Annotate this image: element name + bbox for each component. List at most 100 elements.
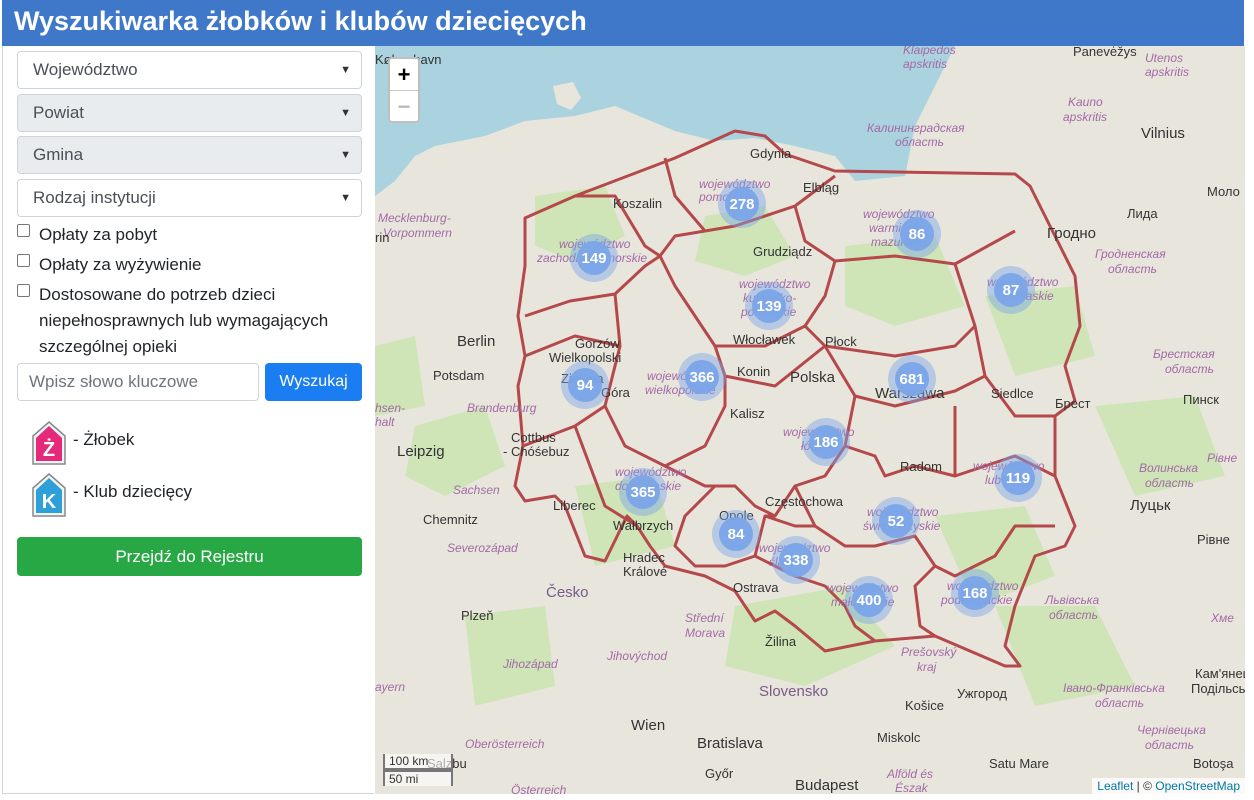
special-needs-checkbox[interactable] <box>17 284 30 297</box>
map-label: Брестская <box>1153 347 1215 361</box>
cluster-count: 52 <box>888 513 905 530</box>
municipality-select-value: Gmina <box>33 145 84 164</box>
map-canvas[interactable]: København Klaipėdos apskritis Panevėžys … <box>375 46 1245 794</box>
cluster-marker[interactable]: 119 <box>994 454 1042 502</box>
nursery-marker-icon: Ż <box>32 421 66 465</box>
map-label: Észak <box>895 780 929 794</box>
map-label: Leipzig <box>397 443 445 460</box>
map-label: Brandenburg <box>467 401 537 415</box>
club-marker-letter: K <box>42 491 57 513</box>
go-to-registry-button[interactable]: Przejdź do Rejestru <box>17 537 362 576</box>
cluster-count: 366 <box>689 369 714 386</box>
cluster-count: 681 <box>899 371 924 388</box>
cluster-marker[interactable]: 94 <box>561 361 609 409</box>
zoom-control: + − <box>388 57 420 123</box>
map-label: Jihovýchod <box>606 649 667 663</box>
map-label: Severozápad <box>447 541 518 555</box>
map-label: Satu Mare <box>989 756 1049 771</box>
zoom-in-button[interactable]: + <box>390 59 418 90</box>
leaflet-link[interactable]: Leaflet <box>1097 779 1133 793</box>
map-label: Győr <box>705 766 734 781</box>
map-label: Siedlce <box>991 386 1034 401</box>
map-label: Slovensko <box>759 683 828 700</box>
map-view[interactable]: København Klaipėdos apskritis Panevėžys … <box>375 46 1245 794</box>
cluster-count: 168 <box>962 585 987 602</box>
meal-fees-checkbox-row[interactable]: Opłaty za wyżywienie <box>17 252 362 278</box>
institution-type-select-value: Rodzaj instytucji <box>33 188 156 207</box>
chevron-down-icon: ▼ <box>340 192 351 204</box>
map-label: Bratislava <box>697 735 764 752</box>
county-select[interactable]: Powiat ▼ <box>17 94 362 132</box>
map-label: Česko <box>546 584 589 601</box>
cluster-marker[interactable]: 86 <box>893 210 941 258</box>
map-label: Plzeň <box>461 608 494 623</box>
keyword-search-input[interactable]: Wpisz słowo kluczowe <box>17 363 259 401</box>
stay-fees-checkbox[interactable] <box>17 224 30 237</box>
cluster-marker[interactable]: 139 <box>745 282 793 330</box>
map-attribution: Leaflet | © OpenStreetMap <box>1092 778 1245 794</box>
map-label: Рівне <box>1207 451 1238 465</box>
voivodeship-select[interactable]: Województwo ▼ <box>17 51 362 89</box>
cluster-count: 149 <box>581 250 606 267</box>
cluster-marker[interactable]: 186 <box>802 418 850 466</box>
zoom-out-button[interactable]: − <box>390 90 418 122</box>
map-label: Гродненская <box>1095 247 1166 261</box>
map-label: Košice <box>905 698 944 713</box>
municipality-select[interactable]: Gmina ▼ <box>17 136 362 174</box>
county-select-value: Powiat <box>33 103 85 122</box>
cluster-marker[interactable]: 400 <box>845 576 893 624</box>
institution-type-select[interactable]: Rodzaj instytucji ▼ <box>17 179 362 217</box>
map-label: Подільсь <box>1191 681 1245 696</box>
map-label: Пинск <box>1183 392 1219 407</box>
map-label: Alföld és <box>886 767 933 781</box>
cluster-marker[interactable]: 52 <box>872 497 920 545</box>
scale-mi: 50 mi <box>383 770 453 786</box>
map-label: - Chóśebuz <box>503 444 569 459</box>
special-needs-label: Dostosowane do potrzeb dzieci niepełnosp… <box>39 285 329 356</box>
map-label: Ostrava <box>733 580 779 595</box>
map-label: Králové <box>623 564 667 579</box>
cluster-marker[interactable]: 149 <box>570 234 618 282</box>
cluster-marker[interactable]: 338 <box>772 536 820 584</box>
stay-fees-checkbox-row[interactable]: Opłaty za pobyt <box>17 222 362 248</box>
map-label: Częstochowa <box>765 494 844 509</box>
meal-fees-checkbox[interactable] <box>17 254 30 267</box>
cluster-marker[interactable]: 366 <box>678 353 726 401</box>
map-label: apskritis <box>1145 65 1189 79</box>
map-label: Hradec <box>623 550 665 565</box>
map-label: rin <box>375 230 389 245</box>
cluster-marker[interactable]: 87 <box>987 266 1035 314</box>
map-label: Jihozápad <box>502 657 558 671</box>
map-label: Koszalin <box>613 196 662 211</box>
cluster-marker[interactable]: 681 <box>888 355 936 403</box>
cluster-count: 84 <box>728 526 745 543</box>
map-label: Vilnius <box>1141 125 1185 142</box>
cluster-marker[interactable]: 278 <box>718 180 766 228</box>
cluster-count: 400 <box>856 592 881 609</box>
map-label: Berlin <box>457 333 495 350</box>
map-label: Konin <box>737 364 770 379</box>
special-needs-checkbox-row[interactable]: Dostosowane do potrzeb dzieci niepełnosp… <box>17 282 362 360</box>
map-label: apskritis <box>903 57 947 71</box>
map-label: Liberec <box>553 498 596 513</box>
search-button[interactable]: Wyszukaj <box>265 363 362 401</box>
map-label: Брест <box>1055 396 1090 411</box>
map-label: Radom <box>900 459 942 474</box>
legend-nursery-label: - Żłobek <box>73 430 135 449</box>
cluster-count: 278 <box>729 196 754 213</box>
cluster-marker[interactable]: 168 <box>951 569 999 617</box>
map-label: Лида <box>1127 206 1158 221</box>
map-label: Žilina <box>765 634 797 649</box>
map-label: область <box>1165 362 1214 376</box>
map-label: Рівне <box>1197 532 1230 547</box>
cluster-marker[interactable]: 365 <box>619 468 667 516</box>
map-label: Wien <box>631 717 665 734</box>
legend-nursery: Ż - Żłobek <box>31 420 134 465</box>
map-label: Kauno <box>1068 95 1103 109</box>
openstreetmap-link[interactable]: OpenStreetMap <box>1155 779 1240 793</box>
map-label: область <box>895 135 944 149</box>
legend-club: K - Klub dziecięcy <box>31 472 192 517</box>
cluster-marker[interactable]: 84 <box>712 510 760 558</box>
scale-km: 100 km <box>383 754 453 770</box>
map-label: Львівська <box>1044 593 1099 607</box>
